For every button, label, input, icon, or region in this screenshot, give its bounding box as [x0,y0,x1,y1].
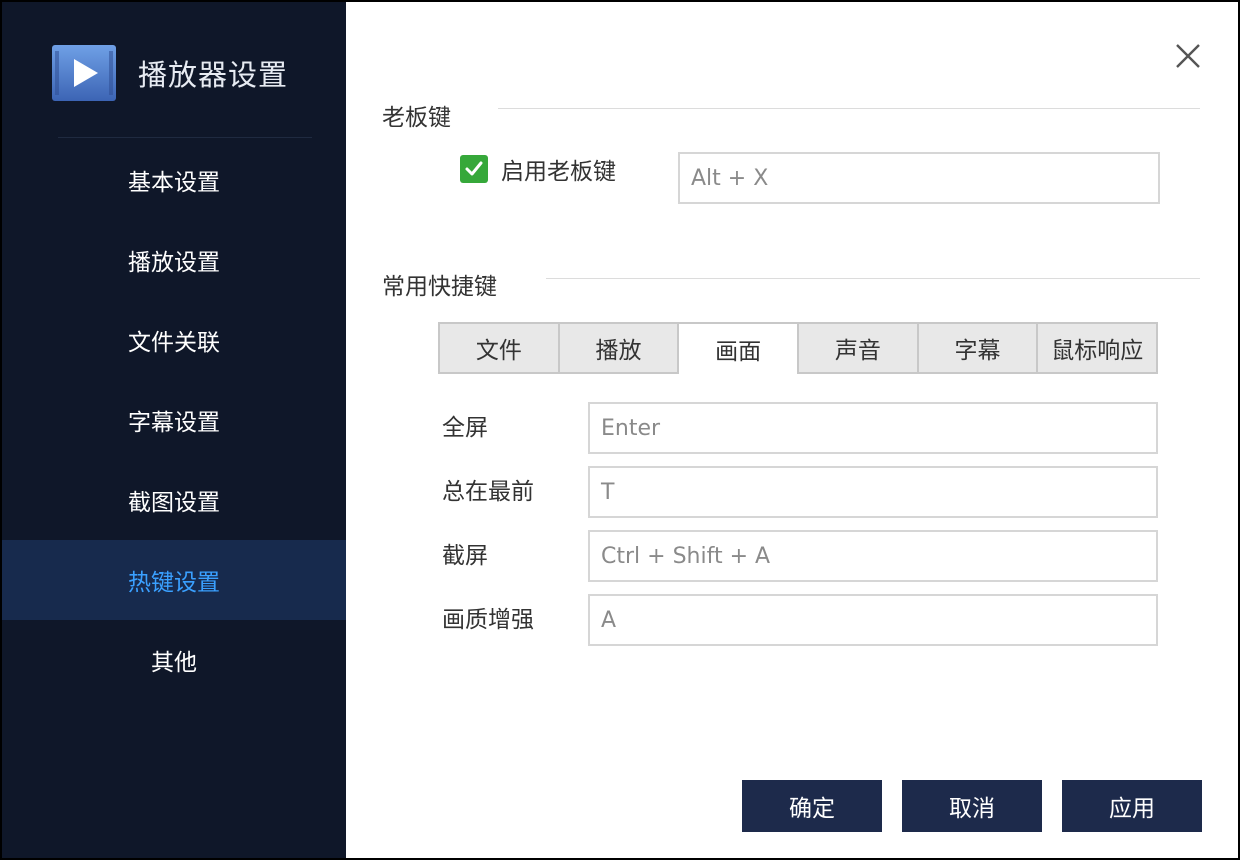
hotkey-label-always-on-top: 总在最前 [442,479,534,505]
cancel-button[interactable]: 取消 [902,780,1042,832]
section-divider [546,278,1200,279]
hotkey-input-fullscreen[interactable]: Enter [588,402,1158,454]
boss-key-section-title: 老板键 [382,105,451,131]
brand: 播放器设置 [52,44,288,102]
sidebar-item-subtitle[interactable]: 字幕设置 [2,380,346,460]
tab-audio[interactable]: 声音 [799,324,919,372]
sidebar-item-other[interactable]: 其他 [2,620,346,700]
sidebar-divider [58,137,312,138]
app-title: 播放器设置 [138,58,289,92]
close-icon [1176,44,1200,68]
ok-button[interactable]: 确定 [742,780,882,832]
boss-key-checkbox-row[interactable]: 启用老板键 [460,152,616,186]
sidebar-item-file-association[interactable]: 文件关联 [2,300,346,380]
sidebar-item-basic[interactable]: 基本设置 [2,140,346,220]
sidebar-item-playback[interactable]: 播放设置 [2,220,346,300]
shortcut-tabs: 文件 播放 画面 声音 字幕 鼠标响应 [438,322,1158,374]
hotkey-input-enhance[interactable]: A [588,594,1158,646]
boss-key-input[interactable]: Alt + X [678,152,1160,204]
shortcuts-section-title: 常用快捷键 [382,274,497,300]
boss-key-checkbox-label: 启用老板键 [501,159,616,185]
hotkey-label-screenshot: 截屏 [442,543,488,569]
settings-dialog: 播放器设置 基本设置 播放设置 文件关联 字幕设置 截图设置 热键设置 其他 老… [0,0,1240,860]
boss-key-checkbox[interactable] [460,155,488,183]
apply-button[interactable]: 应用 [1062,780,1202,832]
tab-file[interactable]: 文件 [440,324,560,372]
sidebar-item-hotkey[interactable]: 热键设置 [2,540,346,620]
section-divider [498,108,1200,109]
tab-playback[interactable]: 播放 [559,324,680,372]
close-button[interactable] [1170,38,1206,74]
sidebar: 播放器设置 基本设置 播放设置 文件关联 字幕设置 截图设置 热键设置 其他 [2,2,346,858]
sidebar-nav: 基本设置 播放设置 文件关联 字幕设置 截图设置 热键设置 其他 [2,140,346,700]
hotkey-input-screenshot[interactable]: Ctrl + Shift + A [588,530,1158,582]
hotkey-input-always-on-top[interactable]: T [588,466,1158,518]
sidebar-item-screenshot[interactable]: 截图设置 [2,460,346,540]
tab-subtitle[interactable]: 字幕 [918,324,1039,372]
hotkey-label-enhance: 画质增强 [442,607,534,633]
video-player-logo-icon [52,45,116,101]
tab-mouse[interactable]: 鼠标响应 [1038,324,1157,372]
tab-video[interactable]: 画面 [679,324,800,374]
hotkey-label-fullscreen: 全屏 [442,415,488,441]
checkmark-icon [465,161,483,176]
